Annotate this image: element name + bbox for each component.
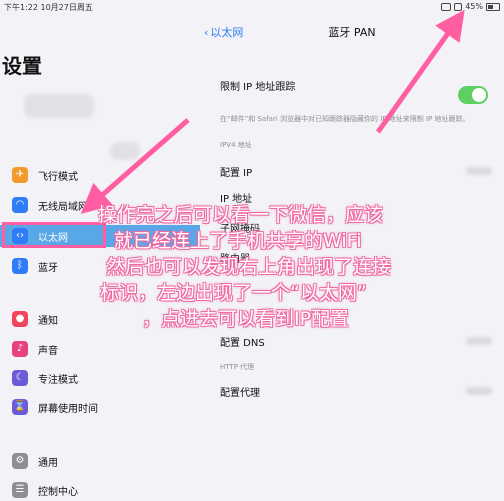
sidebar-item-label: 蓝牙 [38, 262, 58, 274]
sidebar-item-label: 无线局域网 [38, 201, 88, 213]
configure-proxy-row[interactable]: 配置代理 [220, 384, 494, 399]
ethernet-link-icon [441, 2, 452, 11]
sidebar-item-focus[interactable]: ☾ 专注模式 [0, 367, 200, 389]
highlight-box [2, 222, 106, 248]
configure-ip-label: 配置 IP [220, 168, 253, 179]
sound-icon: ♪ [12, 341, 28, 357]
sidebar-item-control-center[interactable]: ☰ 控制中心 [0, 479, 200, 501]
configure-ip-row[interactable]: 配置 IP [220, 164, 494, 179]
sidebar-item-general[interactable]: ⚙ 通用 [0, 450, 200, 472]
annotation-text: 操作完之后可以看一下微信，应该 就已经连上了手机共享的WiFi 然后也可以发现右… [96, 202, 456, 332]
chevron-left-icon: ‹ [204, 25, 209, 39]
focus-icon: ☾ [12, 370, 28, 386]
nav-title: 蓝牙 PAN [328, 26, 376, 39]
blurred-value [466, 167, 492, 175]
blurred-value [466, 337, 492, 345]
back-button[interactable]: ‹ 以太网 [204, 24, 243, 40]
battery-icon [486, 2, 500, 11]
blurred-profile [24, 94, 94, 118]
configure-proxy-label: 配置代理 [220, 388, 260, 399]
annotation-line: 标识，左边出现了一个“以太网” [100, 282, 367, 304]
configure-dns-label: 配置 DNS [220, 338, 265, 349]
status-indicators: 45% [441, 2, 500, 11]
ipv4-header: IPV4 地址 [220, 141, 252, 149]
control-center-icon: ☰ [12, 482, 28, 498]
sidebar-item-label: 控制中心 [38, 486, 78, 498]
sidebar-item-label: 声音 [38, 345, 58, 357]
limit-ip-label: 限制 IP 地址跟踪 [220, 82, 296, 93]
blurred-value [466, 387, 492, 395]
limit-ip-toggle[interactable] [458, 86, 488, 104]
status-time: 下午1:22 10月27日周五 [4, 3, 93, 12]
notification-icon: ● [12, 311, 28, 327]
annotation-line: 操作完之后可以看一下微信，应该 [98, 204, 384, 226]
annotation-line: 就已经连上了手机共享的WiFi [114, 230, 362, 252]
limit-ip-description: 在“邮件”和 Safari 浏览器中对已知跟踪器隐藏你的 IP 地址来限制 IP… [220, 115, 470, 123]
sidebar-item-label: 屏幕使用时间 [38, 403, 98, 415]
sidebar-item-label: 飞行模式 [38, 171, 78, 183]
airplane-icon: ✈ [12, 167, 28, 183]
sidebar-item-label: 通用 [38, 457, 58, 469]
sidebar-item-airplane-mode[interactable]: ✈ 飞行模式 [0, 164, 200, 186]
status-bar: 下午1:22 10月27日周五 45% [0, 0, 504, 14]
sidebar-item-label: 专注模式 [38, 374, 78, 386]
sidebar-item-label: 通知 [38, 315, 58, 327]
gear-icon: ⚙ [12, 453, 28, 469]
battery-percent: 45% [465, 2, 483, 11]
annotation-line: 然后也可以发现右上角出现了连接 [106, 256, 392, 278]
http-proxy-header: HTTP 代理 [220, 363, 255, 371]
configure-dns-row[interactable]: 配置 DNS [220, 334, 494, 349]
wifi-icon: ◠ [12, 197, 28, 213]
sidebar-item-sound[interactable]: ♪ 声音 [0, 338, 200, 360]
bluetooth-icon: ᛒ [12, 258, 28, 274]
annotation-line: ，点进去可以看到IP配置 [142, 308, 350, 330]
sidebar-item-screen-time[interactable]: ⌛ 屏幕使用时间 [0, 396, 200, 418]
page-title: 设置 [2, 54, 42, 78]
limit-ip-row: 限制 IP 地址跟踪 [220, 78, 494, 93]
hourglass-icon: ⌛ [12, 399, 28, 415]
signal-icon [454, 2, 463, 11]
blurred-content [110, 142, 140, 160]
back-label: 以太网 [210, 26, 244, 39]
